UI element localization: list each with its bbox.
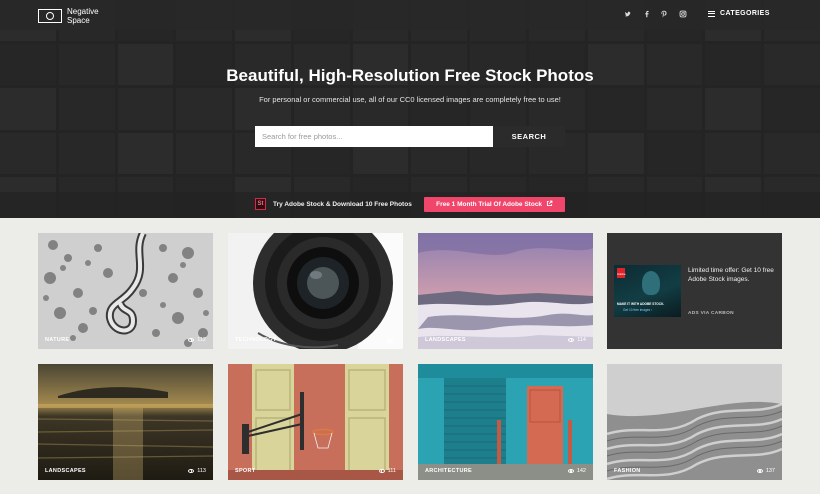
ad-text[interactable]: Limited time offer: Get 10 free Adobe St… (688, 266, 776, 284)
eye-icon (188, 338, 195, 342)
categories-menu-button[interactable]: CATEGORIES (708, 10, 770, 17)
adobe-logo-icon: Adobe (617, 268, 626, 278)
photo-teal-building-doors (418, 364, 593, 480)
promo-text: Try Adobe Stock & Download 10 Free Photo… (273, 201, 412, 208)
ad-image-subcaption: Get 10 free images › (623, 308, 653, 312)
card-view-count: 137 (756, 468, 775, 474)
pinterest-icon[interactable] (660, 10, 668, 18)
hero-title: Beautiful, High-Resolution Free Stock Ph… (226, 66, 594, 85)
brand-name-line2: Space (67, 16, 90, 25)
eye-icon (378, 469, 385, 473)
eye-icon (756, 469, 763, 473)
card-category-label: FASHION (614, 468, 641, 474)
photo-knit-fabric-closeup (607, 364, 782, 480)
card-category-label: NATURE (45, 337, 70, 343)
eye-icon (568, 338, 575, 342)
card-view-count: 142 (567, 468, 586, 474)
site-logo[interactable]: Negative Space (38, 7, 107, 25)
twitter-icon[interactable] (624, 10, 632, 18)
external-link-icon (546, 200, 553, 207)
free-trial-button[interactable]: Free 1 Month Trial Of Adobe Stock (424, 197, 565, 212)
card-view-count: 114 (568, 337, 586, 343)
hero-subtitle: For personal or commercial use, all of o… (259, 95, 561, 104)
photo-card-technology[interactable]: TECHNOLOGY (228, 233, 403, 349)
photo-camera-lens (228, 233, 403, 349)
card-view-count (387, 339, 396, 343)
ad-image-caption: MAKE IT WITH ADOBE STOCK. (617, 302, 665, 306)
search-input[interactable] (255, 126, 493, 147)
photo-card-architecture[interactable]: ARCHITECTURE 142 (418, 364, 593, 480)
card-category-label: TECHNOLOGY (235, 337, 277, 343)
photo-basketball-hoop (228, 364, 403, 480)
photo-ocean-sunset (38, 364, 213, 480)
instagram-icon[interactable] (679, 10, 687, 18)
photo-snowy-forest-road (38, 233, 213, 349)
free-trial-label: Free 1 Month Trial Of Adobe Stock (436, 201, 543, 208)
facebook-icon[interactable] (643, 10, 651, 18)
card-category-label: LANDSCAPES (425, 337, 466, 343)
card-view-count: 112 (188, 337, 206, 343)
adobe-stock-ad-image[interactable]: Adobe MAKE IT WITH ADOBE STOCK. Get 10 f… (614, 265, 681, 317)
hero-section (0, 0, 820, 218)
card-category-label: SPORT (235, 468, 256, 474)
eye-icon (567, 469, 574, 473)
top-navigation-bar: Negative Space CATEGORIES (0, 0, 820, 30)
hamburger-menu-icon (708, 10, 715, 17)
eye-icon (188, 469, 195, 473)
card-view-count: 111 (378, 468, 396, 474)
search-button[interactable]: SEARCH (493, 126, 565, 147)
photo-card-fashion[interactable]: FASHION 137 (607, 364, 782, 480)
photo-card-landscapes[interactable]: LANDSCAPES 114 (418, 233, 593, 349)
card-view-count: 113 (188, 468, 206, 474)
card-category-label: LANDSCAPES (45, 468, 86, 474)
camera-logo-icon (38, 9, 62, 23)
adobe-stock-icon: St (255, 198, 266, 210)
eye-icon (387, 339, 393, 343)
carbon-ad-card[interactable]: Adobe MAKE IT WITH ADOBE STOCK. Get 10 f… (607, 233, 782, 349)
categories-label: CATEGORIES (720, 10, 770, 17)
photo-card-landscapes-2[interactable]: LANDSCAPES 113 (38, 364, 213, 480)
photo-card-nature[interactable]: NATURE 112 (38, 233, 213, 349)
photo-card-sport[interactable]: SPORT 111 (228, 364, 403, 480)
photo-snowy-river-sunset (418, 233, 593, 349)
brand-name-line1: Negative (67, 7, 99, 16)
card-category-label: ARCHITECTURE (425, 468, 472, 474)
ads-via-carbon-link[interactable]: ADS VIA CARBON (688, 311, 734, 316)
